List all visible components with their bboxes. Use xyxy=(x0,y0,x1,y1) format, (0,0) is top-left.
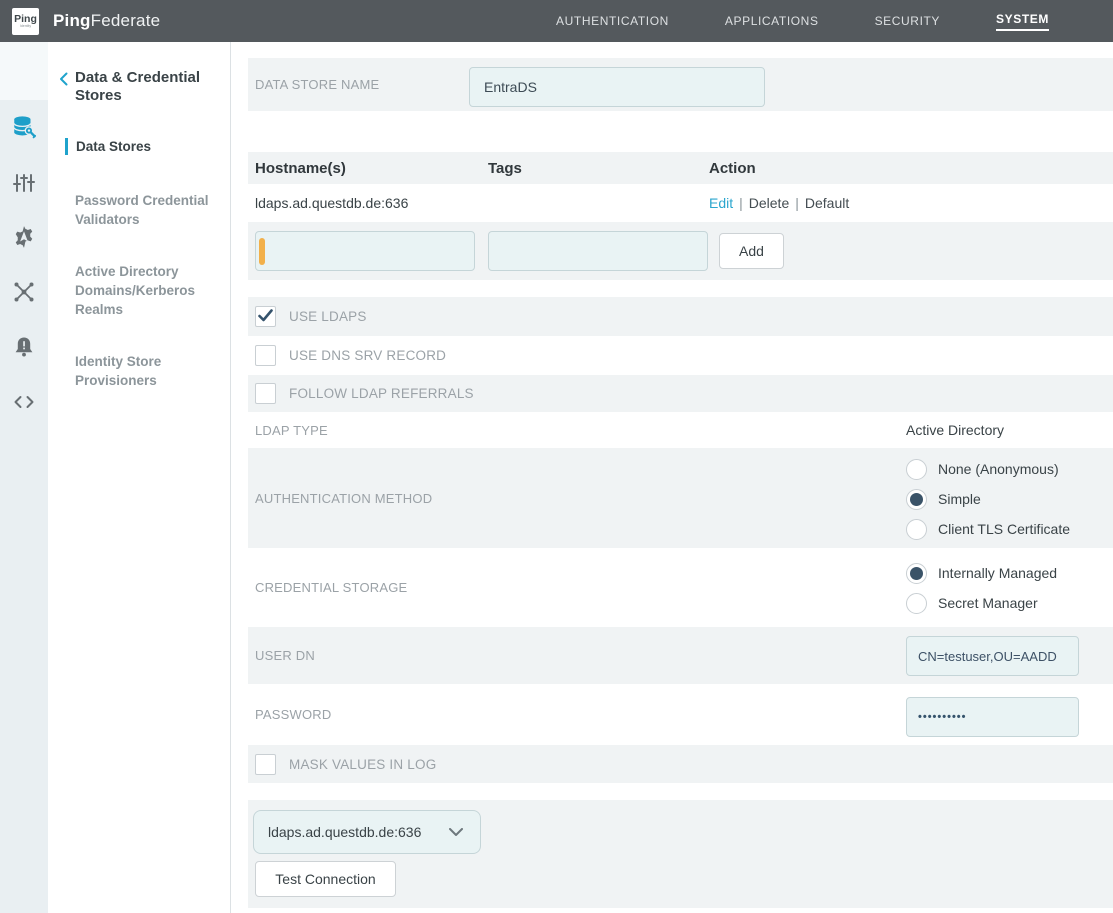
radio-option-simple[interactable]: Simple xyxy=(906,484,1070,514)
alerts-bell-icon[interactable] xyxy=(0,332,48,362)
column-action: Action xyxy=(709,160,1113,177)
hostnames-table-header: Hostname(s) Tags Action xyxy=(248,152,1113,184)
credential-storage-label: CREDENTIAL STORAGE xyxy=(255,580,407,595)
side-nav-panel: Data & Credential Stores Data Stores Pas… xyxy=(48,42,231,913)
simple-radio[interactable] xyxy=(906,489,927,510)
test-connection-button[interactable]: Test Connection xyxy=(255,861,396,897)
none-anonymous-radio[interactable] xyxy=(906,459,927,480)
new-tags-input[interactable] xyxy=(488,231,708,271)
password-input[interactable] xyxy=(906,697,1079,737)
sliders-icon[interactable] xyxy=(0,168,48,198)
code-icon[interactable] xyxy=(0,387,48,417)
data-stores-icon[interactable] xyxy=(0,112,48,142)
authentication-method-row: AUTHENTICATION METHOD None (Anonymous) S… xyxy=(248,448,1113,548)
ping-logo-text: Ping xyxy=(14,14,37,24)
network-icon[interactable] xyxy=(0,277,48,307)
authentication-method-options: None (Anonymous) Simple Client TLS Certi… xyxy=(906,454,1070,544)
nav-applications[interactable]: APPLICATIONS xyxy=(725,14,819,28)
sidebar-item-identity-store-provisioners[interactable]: Identity Store Provisioners xyxy=(75,352,220,390)
main-content: DATA STORE NAME Hostname(s) Tags Action … xyxy=(231,42,1113,913)
ping-logo: Ping Identity xyxy=(12,8,39,35)
sidebar-item-label: Data Stores xyxy=(76,139,151,154)
chevron-down-icon xyxy=(449,823,463,841)
ping-logo-subtext: Identity xyxy=(20,24,31,28)
sidebar-title[interactable]: Data & Credential Stores xyxy=(75,69,217,105)
mask-values-checkbox[interactable] xyxy=(255,754,276,775)
chevron-left-icon[interactable] xyxy=(59,72,68,91)
test-connection-section: ldaps.ad.questdb.de:636 Test Connection xyxy=(248,800,1113,908)
data-store-name-label: DATA STORE NAME xyxy=(255,77,379,92)
action-separator: | xyxy=(795,195,799,211)
nav-security[interactable]: SECURITY xyxy=(875,14,940,28)
action-cell: Edit | Delete | Default xyxy=(709,195,1113,211)
top-header: Ping Identity PingFederate AUTHENTICATIO… xyxy=(0,0,1113,42)
column-hostnames: Hostname(s) xyxy=(248,160,488,177)
product-title-light: Federate xyxy=(91,11,161,30)
delete-link[interactable]: Delete xyxy=(749,195,789,211)
client-tls-certificate-label: Client TLS Certificate xyxy=(938,521,1070,537)
internally-managed-radio[interactable] xyxy=(906,563,927,584)
hostname-select-value: ldaps.ad.questdb.de:636 xyxy=(268,824,421,840)
use-ldaps-row: USE LDAPS xyxy=(248,297,1113,336)
follow-ldap-referrals-row: FOLLOW LDAP REFERRALS xyxy=(248,375,1113,412)
use-dns-srv-label: USE DNS SRV RECORD xyxy=(289,348,446,363)
use-dns-srv-checkbox[interactable] xyxy=(255,345,276,366)
default-link[interactable]: Default xyxy=(805,195,849,211)
product-title: PingFederate xyxy=(53,11,160,31)
hostname-select[interactable]: ldaps.ad.questdb.de:636 xyxy=(253,810,481,854)
radio-option-none-anonymous[interactable]: None (Anonymous) xyxy=(906,454,1070,484)
ldap-type-value: Active Directory xyxy=(906,412,1004,448)
edit-link[interactable]: Edit xyxy=(709,195,733,211)
sidebar-item-data-stores[interactable]: Data Stores xyxy=(65,138,151,155)
authentication-method-label: AUTHENTICATION METHOD xyxy=(255,491,432,506)
nav-authentication[interactable]: AUTHENTICATION xyxy=(556,14,669,28)
add-button[interactable]: Add xyxy=(719,233,784,269)
password-label: PASSWORD xyxy=(255,707,331,722)
icon-rail xyxy=(0,42,48,913)
new-hostname-input[interactable] xyxy=(255,231,475,271)
user-dn-input[interactable] xyxy=(906,636,1079,676)
action-separator: | xyxy=(739,195,743,211)
mask-values-label: MASK VALUES IN LOG xyxy=(289,757,436,772)
column-tags: Tags xyxy=(488,160,709,177)
ldap-type-label: LDAP TYPE xyxy=(255,423,328,438)
follow-ldap-referrals-checkbox[interactable] xyxy=(255,383,276,404)
user-dn-row: USER DN xyxy=(248,627,1113,684)
mask-values-row: MASK VALUES IN LOG xyxy=(248,745,1113,783)
hostname-cell: ldaps.ad.questdb.de:636 xyxy=(248,195,488,211)
use-ldaps-label: USE LDAPS xyxy=(289,309,367,324)
simple-label: Simple xyxy=(938,491,981,507)
secret-manager-label: Secret Manager xyxy=(938,595,1038,611)
gear-arrow-icon[interactable] xyxy=(0,222,48,252)
sidebar-item-ad-domains-kerberos-realms[interactable]: Active Directory Domains/Kerberos Realms xyxy=(75,262,227,319)
ldap-type-row: LDAP TYPE Active Directory xyxy=(248,412,1113,448)
use-ldaps-checkbox[interactable] xyxy=(255,306,276,327)
icon-rail-top-strip xyxy=(0,42,48,100)
radio-option-internally-managed[interactable]: Internally Managed xyxy=(906,558,1057,588)
credential-storage-options: Internally Managed Secret Manager xyxy=(906,558,1057,618)
user-dn-label: USER DN xyxy=(255,648,315,663)
radio-option-secret-manager[interactable]: Secret Manager xyxy=(906,588,1057,618)
client-tls-certificate-radio[interactable] xyxy=(906,519,927,540)
secret-manager-radio[interactable] xyxy=(906,593,927,614)
active-indicator-bar xyxy=(65,138,68,155)
table-row: ldaps.ad.questdb.de:636 Edit | Delete | Defa… xyxy=(248,184,1113,222)
data-store-name-input[interactable] xyxy=(469,67,765,107)
data-store-name-row: DATA STORE NAME xyxy=(248,58,1113,111)
product-title-bold: Ping xyxy=(53,11,91,30)
credential-storage-row: CREDENTIAL STORAGE Internally Managed Se… xyxy=(248,548,1113,627)
radio-option-client-tls-certificate[interactable]: Client TLS Certificate xyxy=(906,514,1070,544)
none-anonymous-label: None (Anonymous) xyxy=(938,461,1059,477)
follow-ldap-referrals-label: FOLLOW LDAP REFERRALS xyxy=(289,386,474,401)
add-hostname-row: Add xyxy=(248,222,1113,280)
password-row: PASSWORD xyxy=(248,684,1113,745)
use-dns-srv-row: USE DNS SRV RECORD xyxy=(248,336,1113,375)
sidebar-item-password-credential-validators[interactable]: Password Credential Validators xyxy=(75,191,220,229)
internally-managed-label: Internally Managed xyxy=(938,565,1057,581)
nav-system[interactable]: SYSTEM xyxy=(996,12,1049,31)
top-nav: AUTHENTICATION APPLICATIONS SECURITY SYS… xyxy=(556,12,1049,31)
